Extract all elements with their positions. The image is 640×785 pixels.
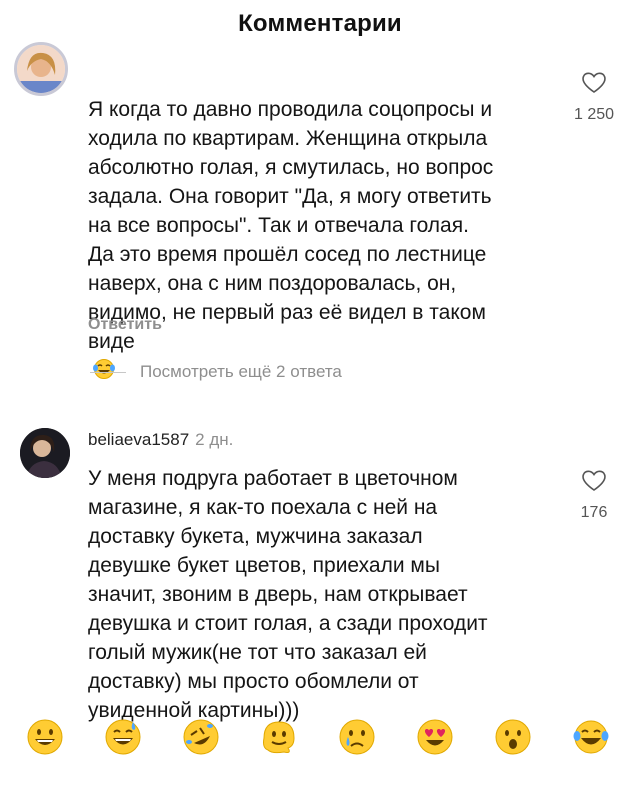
view-more-replies-label: Посмотреть ещё 2 ответа: [140, 362, 342, 381]
avatar[interactable]: [20, 428, 70, 478]
grinning-sweat-face-icon[interactable]: [104, 718, 142, 756]
melting-face-icon[interactable]: [260, 718, 298, 756]
divider-line: [90, 371, 126, 373]
comment-meta: beliaeva1587 2 дн.: [88, 430, 233, 450]
like-area: 176: [564, 468, 624, 522]
tears-of-joy-face-icon[interactable]: [572, 718, 610, 756]
page-title: Комментарии: [238, 10, 402, 37]
view-more-replies-button[interactable]: Посмотреть ещё 2 ответа: [90, 362, 342, 382]
heart-icon[interactable]: [581, 468, 607, 492]
comment-text: Я когда то давно проводила соцопросы и х…: [88, 66, 558, 385]
comment-age: 2 дн.: [195, 430, 234, 449]
heart-icon[interactable]: [581, 70, 607, 94]
comment-2: beliaeva1587 2 дн. У меня подруга работае…: [0, 428, 640, 722]
like-count: 1 250: [573, 106, 615, 123]
username[interactable]: beliaeva1587: [88, 430, 189, 449]
header: Комментарии: [0, 0, 640, 48]
reply-button[interactable]: Ответить: [88, 316, 162, 334]
comment-1: Я когда то давно проводила соцопросы и х…: [0, 42, 640, 382]
grinning-face-icon[interactable]: [26, 718, 64, 756]
like-count: 176: [580, 504, 608, 521]
comment-text: У меня подруга работает в цветочном мага…: [88, 467, 488, 722]
like-area: 1 250: [564, 70, 624, 124]
emoji-reaction-bar: [0, 690, 640, 785]
avatar[interactable]: [14, 42, 68, 96]
surprised-face-icon[interactable]: [494, 718, 532, 756]
crying-face-icon[interactable]: [338, 718, 376, 756]
rolling-laughing-face-icon[interactable]: [182, 718, 220, 756]
heart-eyes-face-icon[interactable]: [416, 718, 454, 756]
